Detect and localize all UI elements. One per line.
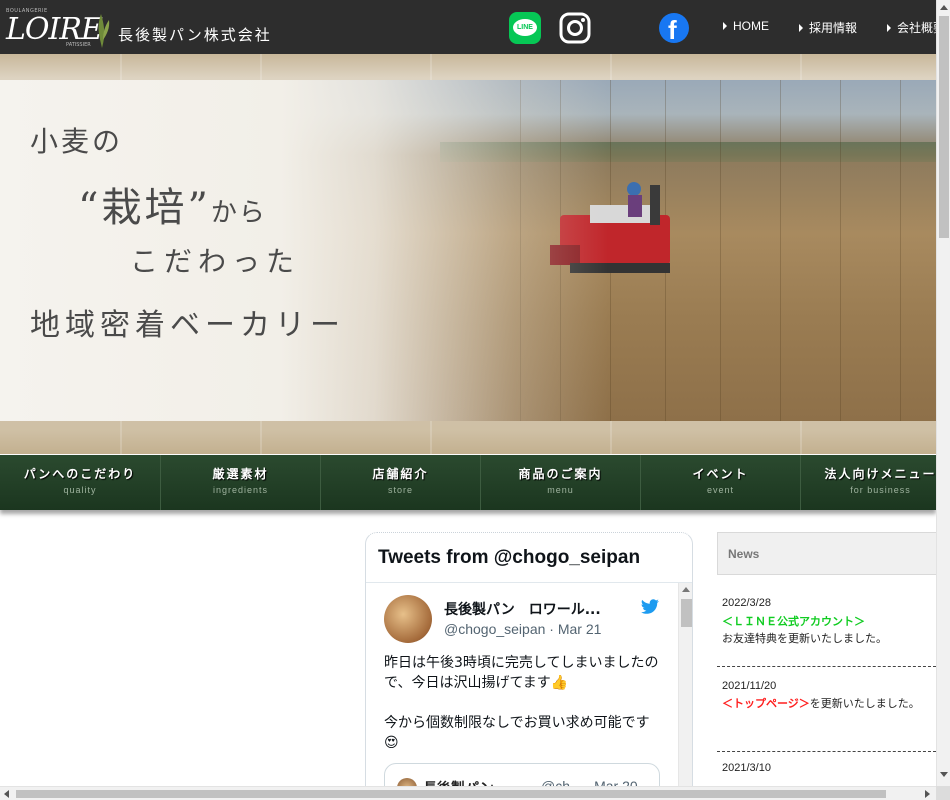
hero-line-2-main: “栽培” xyxy=(78,185,211,231)
tweet-author-handle[interactable]: @chogo_seipan · Mar 21 xyxy=(444,621,601,637)
menu-item-sublabel: menu xyxy=(547,485,574,495)
menu-item-sublabel: quality xyxy=(63,485,97,495)
company-name: 長後製パン株式会社 xyxy=(118,26,272,44)
wheat-leaf-icon xyxy=(98,14,110,48)
scrollbar-thumb[interactable] xyxy=(16,790,886,798)
nav-home[interactable]: HOME xyxy=(723,19,769,33)
menu-item-label: 店舗紹介 xyxy=(372,467,429,481)
tweet[interactable]: 長後製パン ロワール... @chogo_seipan · Mar 21 昨日は… xyxy=(366,583,678,799)
menu-item-label: イベント xyxy=(692,467,749,481)
hero-line-4: 地域密着ベーカリー xyxy=(30,308,345,343)
menu-item-label: パンへのこだわり xyxy=(23,467,137,481)
scrollbar-thumb[interactable] xyxy=(939,16,949,238)
nav-recruit[interactable]: 採用情報 xyxy=(799,19,857,36)
hero-line-2: “栽培”から xyxy=(78,175,267,233)
tweet-paragraph: 昨日は午後3時頃に完売してしまいましたので、今日は沢山揚げてます👍 xyxy=(384,655,659,691)
news-date: 2021/11/20 xyxy=(722,680,777,692)
triangle-right-icon xyxy=(723,22,727,30)
news-date: 2021/3/10 xyxy=(722,762,771,774)
nav-label: HOME xyxy=(733,19,769,33)
avatar[interactable] xyxy=(384,595,432,643)
tweet-paragraph: 今から個数制限なしでお買い求め可能です😍 xyxy=(384,715,650,751)
menu-item-sublabel: ingredients xyxy=(212,485,269,495)
nav-label: 採用情報 xyxy=(809,21,858,35)
twitter-timeline-widget: Tweets from @chogo_seipan 長後製パン ロワール... … xyxy=(365,532,693,800)
hero-line-3: こだわった xyxy=(130,245,301,278)
news-title: News xyxy=(717,532,936,575)
twitter-widget-scrollbar[interactable] xyxy=(678,583,692,799)
menu-item-store[interactable]: 店舗紹介 store xyxy=(320,455,480,510)
scroll-up-icon[interactable] xyxy=(682,587,690,592)
facebook-button[interactable]: f xyxy=(659,13,689,45)
scrollbar-corner xyxy=(936,786,950,800)
menu-item-business[interactable]: 法人向けメニュー for business xyxy=(800,455,936,510)
line-icon: LINE xyxy=(513,19,537,36)
menu-item-quality[interactable]: パンへのこだわり quality xyxy=(0,455,160,510)
news-link[interactable]: ＜トップページ＞ xyxy=(722,697,810,710)
scroll-down-icon[interactable] xyxy=(940,772,948,777)
page-horizontal-scrollbar[interactable] xyxy=(0,786,936,800)
tweet-author-name[interactable]: 長後製パン ロワール... xyxy=(444,599,601,619)
nav-label: 会社概要 xyxy=(897,21,936,35)
menu-item-sublabel: event xyxy=(706,485,735,495)
news-item: 2021/11/20 ＜トップページ＞を更新いたしました。 xyxy=(717,680,936,752)
instagram-icon xyxy=(559,12,591,44)
tweet-text: 昨日は午後3時頃に完売してしまいましたので、今日は沢山揚げてます👍 今から個数制… xyxy=(384,653,660,773)
hero-line-1: 小麦の xyxy=(30,125,124,158)
twitter-widget-title[interactable]: Tweets from @chogo_seipan xyxy=(366,533,692,583)
menu-item-label: 厳選素材 xyxy=(212,467,269,481)
news-text-line: ＜トップページ＞を更新いたしました。 xyxy=(722,694,922,714)
instagram-button[interactable] xyxy=(559,12,591,44)
menu-item-event[interactable]: イベント event xyxy=(640,455,800,510)
logo[interactable]: BOULANGERIE LOIRE PATISSIER xyxy=(4,6,116,50)
facebook-icon: f xyxy=(668,15,677,45)
news-item: 2022/3/28 ＜ＬＩＮＥ公式アカウント＞ お友達特典を更新いたしました。 xyxy=(717,597,936,667)
scroll-right-icon[interactable] xyxy=(925,790,930,798)
news-panel: News 2022/3/28 ＜ＬＩＮＥ公式アカウント＞ お友達特典を更新いたし… xyxy=(717,532,936,800)
scrollbar-thumb[interactable] xyxy=(681,599,692,627)
news-text: お友達特典を更新いたしました。 xyxy=(722,632,887,645)
news-text: を更新いたしました。 xyxy=(809,697,920,710)
triangle-right-icon xyxy=(799,24,803,32)
site-header: BOULANGERIE LOIRE PATISSIER 長後製パン株式会社 LI… xyxy=(0,0,936,54)
line-button[interactable]: LINE xyxy=(509,12,541,44)
page-vertical-scrollbar[interactable] xyxy=(936,0,950,786)
hero-line-2-small: から xyxy=(210,198,267,228)
scroll-left-icon[interactable] xyxy=(4,790,9,798)
menu-item-label: 法人向けメニュー xyxy=(824,467,936,481)
hero-image: 小麦の “栽培”から こだわった 地域密着ベーカリー xyxy=(0,80,936,421)
twitter-bird-icon[interactable] xyxy=(640,599,660,615)
news-link[interactable]: ＜ＬＩＮＥ公式アカウント＞ xyxy=(722,613,936,629)
nav-company[interactable]: 会社概要 xyxy=(887,19,936,36)
triangle-right-icon xyxy=(887,24,891,32)
menu-item-ingredients[interactable]: 厳選素材 ingredients xyxy=(160,455,320,510)
menu-item-label: 商品のご案内 xyxy=(518,467,603,481)
menu-item-sublabel: store xyxy=(387,485,413,495)
logo-sub: PATISSIER xyxy=(66,42,91,48)
scroll-up-icon[interactable] xyxy=(940,5,948,10)
news-date: 2022/3/28 xyxy=(722,597,771,609)
menu-item-sublabel: for business xyxy=(850,485,911,495)
main-menu: パンへのこだわり quality 厳選素材 ingredients 店舗紹介 s… xyxy=(0,455,936,510)
menu-item-menu[interactable]: 商品のご案内 menu xyxy=(480,455,640,510)
